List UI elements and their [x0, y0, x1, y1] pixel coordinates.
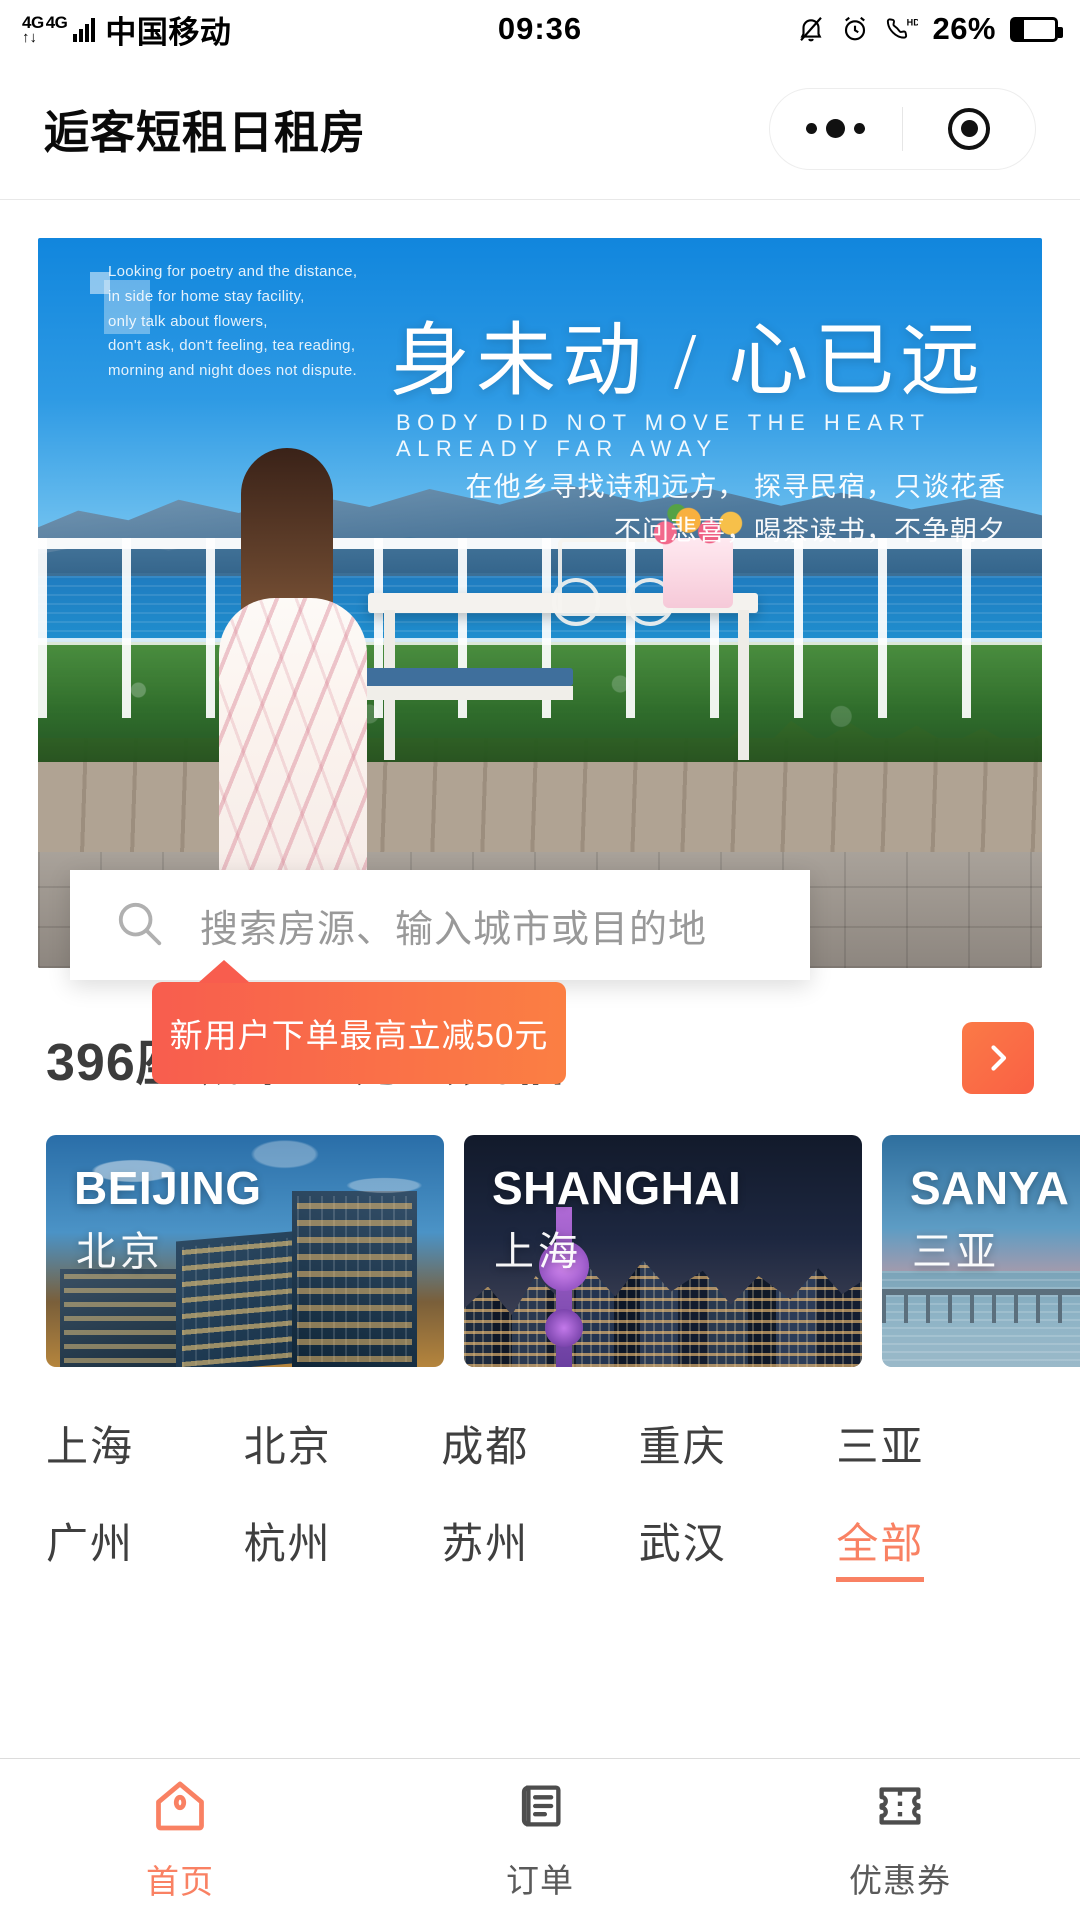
- target-circle-icon[interactable]: [903, 107, 1035, 150]
- banner-poem: 在他乡寻找诗和远方， 探寻民宿，只谈花香 不问悲喜，喝茶读书，不争朝夕: [465, 466, 1006, 553]
- city-card-cn-label: 三亚: [912, 1230, 1000, 1274]
- city-shortcut-sanya[interactable]: 三亚: [836, 1413, 1034, 1474]
- chevron-right-icon[interactable]: [962, 1021, 1034, 1094]
- table-leg-right: [738, 610, 749, 760]
- city-shortcut-hangzhou[interactable]: 杭州: [244, 1510, 442, 1571]
- city-card-en-label: BEIJING: [74, 1162, 262, 1214]
- order-list-icon: [511, 1777, 569, 1840]
- city-card-cn-label: 北京: [76, 1230, 164, 1274]
- promo-text: 新用户下单最高立减50元: [169, 1017, 549, 1054]
- city-card-en-label: SHANGHAI: [492, 1162, 742, 1214]
- city-shortcut-chengdu[interactable]: 成都: [441, 1413, 639, 1474]
- city-shortcut-shanghai[interactable]: 上海: [46, 1413, 244, 1474]
- city-card-cn-label: 上海: [494, 1230, 582, 1274]
- tab-orders[interactable]: 订单: [360, 1759, 720, 1920]
- city-card-sanya[interactable]: SANYA 三亚: [882, 1135, 1080, 1367]
- promo-arrow: [198, 960, 250, 983]
- home-icon: [150, 1776, 210, 1841]
- search-input[interactable]: 搜索房源、输入城市或目的地: [200, 898, 707, 953]
- tab-coupons-label: 优惠券: [849, 1862, 951, 1899]
- city-shortcut-grid: 上海 北京 成都 重庆 三亚 广州 杭州 苏州 武汉 全部: [0, 1413, 1080, 1582]
- city-shortcut-guangzhou[interactable]: 广州: [46, 1510, 244, 1571]
- banner-subtitle: BODY DID NOT MOVE THE HEART ALREADY FAR …: [396, 410, 931, 461]
- alarm-clock-icon: [840, 14, 870, 44]
- app-header: 逅客短租日租房: [0, 58, 1080, 200]
- promo-tooltip[interactable]: 新用户下单最高立减50元: [152, 960, 566, 1084]
- svg-text:HD: HD: [907, 18, 918, 28]
- city-card-beijing[interactable]: BEIJING 北京: [46, 1135, 444, 1367]
- hero-banner-image[interactable]: Looking for poetry and the distance, in …: [38, 238, 1042, 968]
- search-bar[interactable]: 搜索房源、输入城市或目的地: [70, 870, 810, 980]
- tab-home-label: 首页: [146, 1863, 214, 1900]
- tab-orders-label: 订单: [506, 1862, 574, 1899]
- city-shortcut-wuhan[interactable]: 武汉: [639, 1510, 837, 1571]
- sanya-pier: [882, 1289, 1080, 1323]
- page-title: 逅客短租日租房: [44, 107, 367, 158]
- city-card-carousel[interactable]: BEIJING 北京 SHANGHAI 上海 SANYA 三亚: [0, 1135, 1080, 1367]
- city-shortcut-all[interactable]: 全部: [836, 1510, 925, 1582]
- bottom-tab-bar: 首页 订单 优惠券: [0, 1758, 1080, 1920]
- banner-poem-line-2: 不问悲喜，喝茶读书，不争朝夕: [614, 515, 1006, 546]
- banner-english-block: Looking for poetry and the distance, in …: [108, 263, 358, 379]
- city-shortcut-suzhou[interactable]: 苏州: [441, 1510, 639, 1571]
- city-card-shanghai[interactable]: SHANGHAI 上海: [464, 1135, 862, 1367]
- hero-banner-section: Looking for poetry and the distance, in …: [0, 200, 1080, 1084]
- railing-middle: [38, 638, 1042, 645]
- status-bar: 4G 4G ↑↓ 中国移动 09:36 HD: [0, 0, 1080, 58]
- city-card-en-label: SANYA: [910, 1162, 1070, 1214]
- mute-bell-icon: [796, 14, 826, 44]
- city-shortcut-chongqing[interactable]: 重庆: [639, 1413, 837, 1474]
- miniprogram-capsule[interactable]: [769, 87, 1036, 170]
- banner-headline: 身未动 / 心已远: [390, 318, 987, 406]
- tab-coupons[interactable]: 优惠券: [720, 1759, 1080, 1920]
- search-icon: [112, 896, 166, 955]
- city-shortcut-beijing[interactable]: 北京: [244, 1413, 442, 1474]
- tab-home[interactable]: 首页: [0, 1759, 360, 1920]
- woman-dress: [219, 598, 367, 888]
- more-dots-icon[interactable]: [770, 119, 902, 138]
- battery-icon: [1010, 16, 1063, 42]
- coupon-ticket-icon: [871, 1777, 929, 1840]
- beijing-skyline: [46, 1191, 444, 1367]
- hd-call-icon: HD: [884, 14, 918, 44]
- banner-poem-line-1: 在他乡寻找诗和远方， 探寻民宿，只谈花香: [465, 472, 1006, 502]
- woman-figure: [213, 448, 373, 888]
